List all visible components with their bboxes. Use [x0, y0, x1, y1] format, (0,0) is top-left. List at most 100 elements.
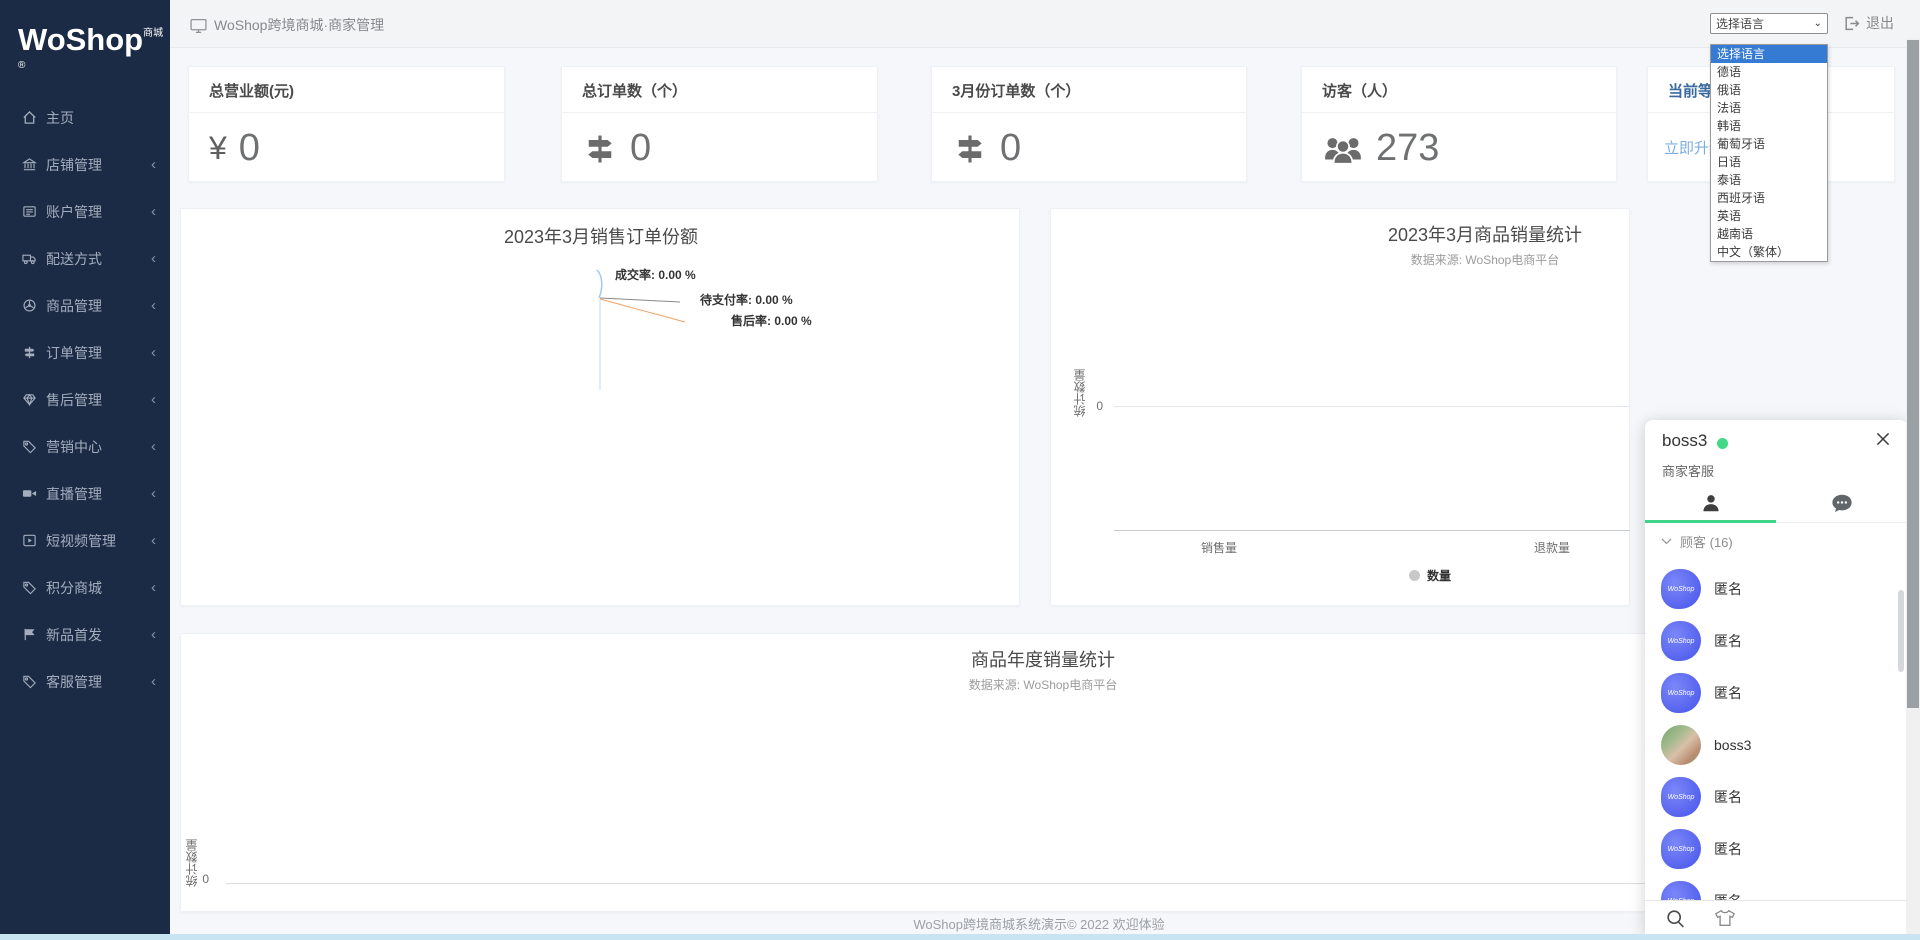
sidebar-item-live-mgmt[interactable]: 直播管理 ‹: [0, 470, 170, 517]
sidebar-item-marketing[interactable]: 营销中心 ‹: [0, 423, 170, 470]
language-option[interactable]: 葡萄牙语: [1711, 135, 1827, 153]
monthly-legend[interactable]: 数量: [1409, 567, 1451, 584]
sidebar-item-service-mgmt[interactable]: 客服管理 ‹: [0, 658, 170, 705]
chat-member-list: WoShop 匿名 WoShop 匿名 WoShop 匿名 boss3 WoSh…: [1645, 563, 1908, 900]
sidebar-item-label: 订单管理: [46, 343, 102, 363]
sidebar-item-product-mgmt[interactable]: 商品管理 ‹: [0, 282, 170, 329]
list-item[interactable]: WoShop 匿名: [1645, 667, 1908, 719]
monthly-zero-gridline: [1114, 406, 1630, 407]
list-item[interactable]: boss3: [1645, 719, 1908, 771]
language-option[interactable]: 西班牙语: [1711, 189, 1827, 207]
stat-value: 0: [932, 113, 1246, 184]
sidebar-item-shop-mgmt[interactable]: 店铺管理 ‹: [0, 141, 170, 188]
member-name: 匿名: [1714, 787, 1742, 807]
member-name: boss3: [1714, 737, 1751, 753]
language-option[interactable]: 泰语: [1711, 171, 1827, 189]
stat-number: 0: [1000, 127, 1021, 170]
sidebar-item-label: 店铺管理: [46, 155, 102, 175]
list-item[interactable]: WoShop 匿名: [1645, 615, 1908, 667]
language-option[interactable]: 法语: [1711, 99, 1827, 117]
sidebar: WoShop商城® 主页 店铺管理 ‹ 账户管理 ‹ 配送方式 ‹ 商品管理 ‹: [0, 0, 170, 935]
list-icon: [22, 204, 37, 219]
list-item[interactable]: WoShop 匿名: [1645, 823, 1908, 875]
logout-button[interactable]: 退出: [1843, 13, 1894, 33]
language-option[interactable]: 英语: [1711, 207, 1827, 225]
sidebar-item-label: 售后管理: [46, 390, 102, 410]
sidebar-item-label: 营销中心: [46, 437, 102, 457]
language-option[interactable]: 日语: [1711, 153, 1827, 171]
tshirt-icon[interactable]: [1714, 908, 1736, 928]
logo: WoShop商城®: [0, 0, 170, 76]
page-scrollbar[interactable]: [1906, 38, 1920, 935]
sidebar-item-order-mgmt[interactable]: 订单管理 ‹: [0, 329, 170, 376]
stat-card-march-orders: 3月份订单数（个） 0: [931, 66, 1247, 182]
member-name: 匿名: [1714, 683, 1742, 703]
stat-value: 273: [1302, 113, 1616, 184]
sidebar-item-account-mgmt[interactable]: 账户管理 ‹: [0, 188, 170, 235]
logout-icon: [1843, 15, 1860, 32]
chat-role: 商家客服: [1662, 461, 1714, 480]
avatar: WoShop: [1661, 777, 1701, 817]
flag-icon: [22, 627, 37, 642]
sidebar-item-home[interactable]: 主页: [0, 94, 170, 141]
chart-card-yearly: 商品年度销量统计 数据来源: WoShop电商平台 统计数量 0: [180, 633, 1895, 912]
chat-toolbar: [1645, 900, 1908, 935]
sidebar-item-label: 积分商城: [46, 578, 102, 598]
stat-value: 0: [562, 113, 877, 184]
tab-contacts[interactable]: [1645, 482, 1777, 523]
avatar: WoShop: [1661, 621, 1701, 661]
yearly-chart-title: 商品年度销量统计: [893, 646, 1193, 672]
language-option[interactable]: 德语: [1711, 63, 1827, 81]
search-icon[interactable]: [1665, 908, 1686, 929]
sidebar-item-delivery[interactable]: 配送方式 ‹: [0, 235, 170, 282]
horizontal-scrollbar[interactable]: [0, 934, 1920, 940]
active-tab-indicator: [1645, 520, 1776, 523]
language-option[interactable]: 俄语: [1711, 81, 1827, 99]
truck-icon: [22, 251, 37, 266]
language-option[interactable]: 越南语: [1711, 225, 1827, 243]
legend-marker: [1409, 570, 1420, 581]
chevron-left-icon: ‹: [151, 391, 156, 408]
page-title: WoShop跨境商城·商家管理: [214, 15, 384, 35]
legend-label: 数量: [1427, 567, 1451, 584]
chat-scrollbar-thumb[interactable]: [1898, 590, 1904, 672]
close-icon[interactable]: [1874, 430, 1892, 448]
stat-number: 0: [239, 127, 260, 170]
sidebar-item-label: 主页: [46, 108, 74, 128]
sidebar-item-label: 短视频管理: [46, 531, 116, 551]
language-select[interactable]: 选择语言 ⌄: [1710, 13, 1828, 34]
chevron-left-icon: ‹: [151, 579, 156, 596]
pie-label-aftersale-rate: 售后率: 0.00 %: [731, 312, 812, 329]
sidebar-item-points-mall[interactable]: 积分商城 ‹: [0, 564, 170, 611]
yearly-chart-subtitle: 数据来源: WoShop电商平台: [893, 676, 1193, 693]
customer-group-header[interactable]: 顾客 (16): [1661, 532, 1733, 551]
chat-username: boss3: [1662, 431, 1707, 451]
users-icon: [1322, 130, 1364, 168]
page-scrollbar-thumb[interactable]: [1907, 40, 1919, 708]
list-item[interactable]: WoShop 匿名: [1645, 771, 1908, 823]
avatar: [1661, 725, 1701, 765]
language-select-value: 选择语言: [1716, 15, 1764, 32]
chevron-left-icon: ‹: [151, 344, 156, 361]
list-item[interactable]: WoShop 匿名: [1645, 875, 1908, 900]
stat-card-revenue: 总营业额(元) ¥ 0: [188, 66, 505, 182]
video-camera-icon: [22, 486, 37, 501]
monthly-x-axis: [1114, 530, 1630, 531]
language-option[interactable]: 选择语言: [1711, 45, 1827, 63]
chevron-left-icon: ‹: [151, 250, 156, 267]
stat-label: 总订单数（个）: [562, 67, 877, 113]
language-option[interactable]: 中文（繁体）: [1711, 243, 1827, 261]
tags-icon: [22, 439, 37, 454]
stat-label: 总营业额(元): [189, 67, 504, 113]
language-option[interactable]: 韩语: [1711, 117, 1827, 135]
online-status-dot: [1717, 438, 1728, 449]
monthly-chart-title: 2023年3月商品销量统计: [1335, 221, 1635, 247]
tab-conversations[interactable]: [1777, 482, 1909, 523]
logout-label: 退出: [1866, 13, 1894, 33]
sidebar-item-new-launch[interactable]: 新品首发 ‹: [0, 611, 170, 658]
monthly-chart-subtitle: 数据来源: WoShop电商平台: [1335, 251, 1635, 268]
ball-icon: [22, 298, 37, 313]
sidebar-item-shortvideo-mgmt[interactable]: 短视频管理 ‹: [0, 517, 170, 564]
list-item[interactable]: WoShop 匿名: [1645, 563, 1908, 615]
sidebar-item-aftersale-mgmt[interactable]: 售后管理 ‹: [0, 376, 170, 423]
